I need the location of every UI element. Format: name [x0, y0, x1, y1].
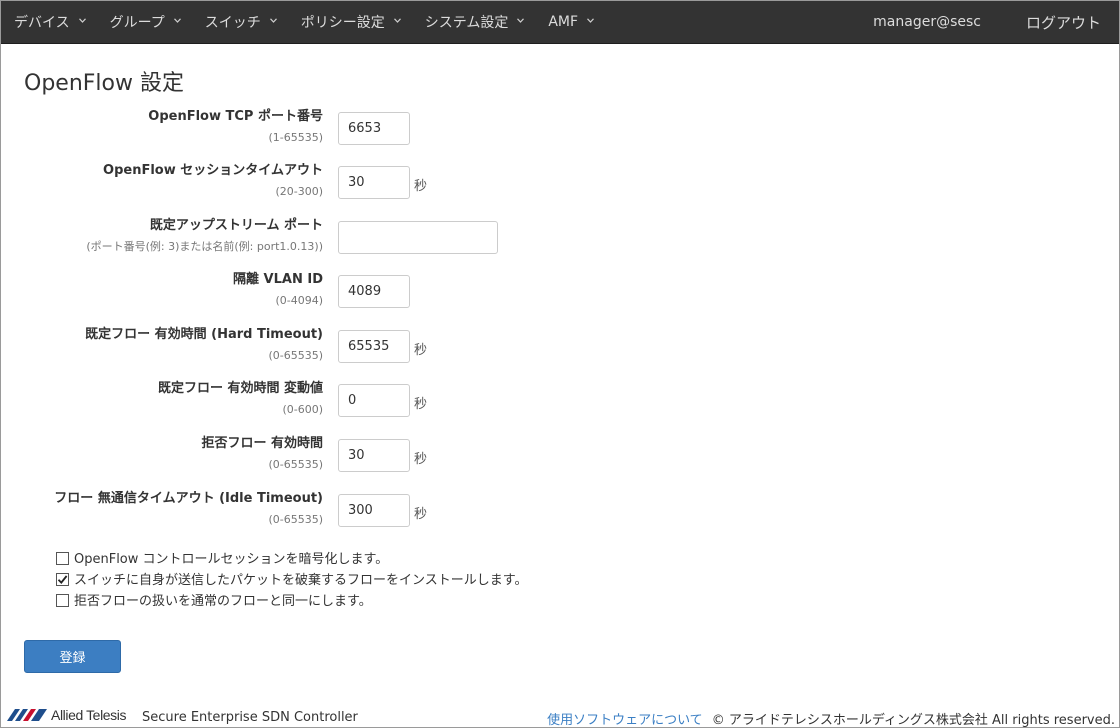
field-label-group: フロー 無通信タイムアウト (Idle Timeout) (0-65535) [54, 491, 323, 527]
field-label-group: OpenFlow TCP ポート番号 (1-65535) [148, 109, 323, 145]
chevron-down-icon [393, 17, 401, 25]
chevron-down-icon [173, 17, 181, 25]
field-label: OpenFlow TCP ポート番号 [148, 109, 323, 124]
field-label: 隔離 VLAN ID [233, 272, 323, 287]
checkbox-label: 拒否フローの扱いを通常のフローと同一にします。 [74, 593, 372, 609]
field-hint: (0-65535) [268, 513, 323, 526]
field-hint: (ポート番号(例: 3)または名前(例: port1.0.13)) [86, 240, 323, 253]
field-label-group: 既定アップストリーム ポート (ポート番号(例: 3)または名前(例: port… [86, 218, 323, 254]
session-timeout-input[interactable]: 30 [338, 166, 410, 199]
field-hint: (20-300) [275, 185, 323, 198]
field-label-group: OpenFlow セッションタイムアウト (20-300) [103, 163, 323, 199]
copyright-text: © アライドテレシスホールディングス株式会社 All rights reserv… [711, 713, 1115, 728]
nav-menu: デバイス グループ スイッチ ポリシー設定 システム設定 AMF [1, 1, 618, 43]
logo-mark-icon [7, 709, 47, 721]
nav-item-system-settings[interactable]: システム設定 [425, 1, 525, 43]
nav-item-label: AMF [548, 14, 579, 30]
field-label-group: 隔離 VLAN ID (0-4094) [233, 272, 323, 308]
checkbox-label: スイッチに自身が送信したパケットを破棄するフローをインストールします。 [74, 572, 528, 588]
form-row-hard-timeout: 既定フロー 有効時間 (Hard Timeout) (0-65535) 6553… [1, 327, 1119, 377]
top-navbar: デバイス グループ スイッチ ポリシー設定 システム設定 AMF manager… [1, 1, 1119, 44]
field-hint: (0-65535) [268, 349, 323, 362]
unit-seconds: 秒 [414, 179, 428, 194]
product-name: Secure Enterprise SDN Controller [142, 710, 358, 725]
chevron-down-icon [587, 17, 595, 25]
checkbox-label: OpenFlow コントロールセッションを暗号化します。 [74, 551, 389, 567]
nav-item-groups[interactable]: グループ [110, 1, 181, 43]
allied-telesis-logo: Allied Telesis [7, 707, 126, 723]
form-row-timeout-variance: 既定フロー 有効時間 変動値 (0-600) 0 秒 [1, 381, 1119, 431]
form-row-tcp-port: OpenFlow TCP ポート番号 (1-65535) 6653 [1, 109, 1119, 159]
unit-seconds: 秒 [414, 507, 428, 522]
nav-item-label: デバイス [14, 15, 70, 31]
nav-item-label: ポリシー設定 [300, 15, 385, 31]
hard-timeout-input[interactable]: 65535 [338, 330, 410, 363]
field-label-group: 既定フロー 有効時間 変動値 (0-600) [158, 381, 323, 417]
field-label-group: 拒否フロー 有効時間 (0-65535) [201, 436, 323, 472]
form-row-isolation-vlan: 隔離 VLAN ID (0-4094) 4089 [1, 272, 1119, 322]
chevron-down-icon [78, 17, 86, 25]
software-info-link[interactable]: 使用ソフトウェアについて [547, 709, 703, 728]
nav-item-label: スイッチ [204, 15, 261, 31]
field-label: 既定フロー 有効時間 変動値 [157, 381, 323, 396]
field-label: フロー 無通信タイムアウト (Idle Timeout) [54, 491, 323, 506]
tcp-port-input[interactable]: 6653 [338, 112, 410, 145]
unit-seconds: 秒 [414, 343, 428, 358]
form-row-session-timeout: OpenFlow セッションタイムアウト (20-300) 30 秒 [1, 163, 1119, 213]
checkbox-encrypt-session[interactable]: OpenFlow コントロールセッションを暗号化します。 [56, 548, 389, 567]
chevron-down-icon [269, 17, 277, 25]
nav-item-policy-settings[interactable]: ポリシー設定 [301, 1, 401, 43]
nav-item-label: システム設定 [424, 15, 509, 31]
nav-item-switches[interactable]: スイッチ [205, 1, 277, 43]
field-hint: (0-600) [282, 403, 323, 416]
field-hint: (0-65535) [268, 458, 323, 471]
current-user[interactable]: manager@sesc [873, 14, 981, 30]
field-hint: (0-4094) [275, 294, 323, 307]
nav-right: manager@sesc ログアウト [873, 1, 1119, 43]
unit-seconds: 秒 [414, 397, 428, 412]
nav-item-amf[interactable]: AMF [548, 1, 595, 43]
checkbox-treat-deny-flow-normal[interactable]: 拒否フローの扱いを通常のフローと同一にします。 [56, 590, 372, 609]
field-label-group: 既定フロー 有効時間 (Hard Timeout) (0-65535) [85, 327, 323, 363]
checkbox-unchecked-icon[interactable] [56, 551, 69, 565]
logout-link[interactable]: ログアウト [1026, 12, 1101, 33]
field-label: 拒否フロー 有効時間 [201, 436, 323, 451]
chevron-down-icon [517, 17, 525, 25]
isolation-vlan-input[interactable]: 4089 [338, 275, 410, 308]
upstream-port-input[interactable] [338, 221, 498, 254]
form-row-idle-timeout: フロー 無通信タイムアウト (Idle Timeout) (0-65535) 3… [1, 491, 1119, 541]
form-row-upstream-port: 既定アップストリーム ポート (ポート番号(例: 3)または名前(例: port… [1, 218, 1119, 268]
nav-item-label: グループ [109, 15, 165, 31]
field-label: 既定フロー 有効時間 (Hard Timeout) [85, 327, 323, 342]
nav-item-devices[interactable]: デバイス [14, 1, 86, 43]
deny-flow-timeout-input[interactable]: 30 [338, 439, 410, 472]
unit-seconds: 秒 [414, 452, 428, 467]
timeout-variance-input[interactable]: 0 [338, 384, 410, 417]
footer: Allied Telesis Secure Enterprise SDN Con… [1, 701, 1119, 728]
idle-timeout-input[interactable]: 300 [338, 494, 410, 527]
page-title: OpenFlow 設定 [24, 71, 184, 96]
form-row-deny-flow-timeout: 拒否フロー 有効時間 (0-65535) 30 秒 [1, 436, 1119, 486]
field-hint: (1-65535) [268, 131, 323, 144]
checkbox-unchecked-icon[interactable] [56, 593, 69, 607]
logo-text: Allied Telesis [51, 707, 127, 723]
footer-right: 使用ソフトウェアについて © アライドテレシスホールディングス株式会社 All … [547, 709, 1115, 728]
field-label: 既定アップストリーム ポート [149, 218, 323, 233]
checkbox-checked-icon[interactable] [56, 572, 69, 586]
checkbox-install-drop-flow[interactable]: スイッチに自身が送信したパケットを破棄するフローをインストールします。 [56, 569, 528, 588]
field-label: OpenFlow セッションタイムアウト [103, 163, 323, 178]
submit-button[interactable]: 登録 [24, 640, 121, 673]
